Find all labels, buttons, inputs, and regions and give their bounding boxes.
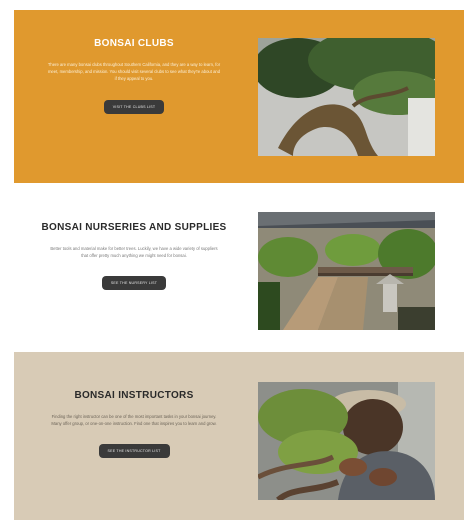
bonsai-tree-image <box>258 38 435 156</box>
section-text: BONSAI NURSERIES AND SUPPLIES Better too… <box>14 222 254 291</box>
bonsai-nursery-image <box>258 212 435 330</box>
section-title: BONSAI INSTRUCTORS <box>74 390 194 401</box>
section-text: BONSAI CLUBS There are many bonsai clubs… <box>14 38 254 114</box>
section-description: Better tools and material make for bette… <box>50 246 218 259</box>
section-description: Finding the right instructor can be one … <box>51 414 217 427</box>
section-description: There are many bonsai clubs throughout S… <box>47 62 221 82</box>
section-bonsai-clubs: BONSAI CLUBS There are many bonsai clubs… <box>14 10 464 183</box>
section-text: BONSAI INSTRUCTORS Finding the right ins… <box>14 390 254 459</box>
instructor-pruning-image <box>258 382 435 500</box>
section-title: BONSAI CLUBS <box>94 38 174 49</box>
section-bonsai-nurseries: BONSAI NURSERIES AND SUPPLIES Better too… <box>14 185 464 350</box>
clubs-list-button[interactable]: VISIT THE CLUBS LIST <box>103 99 165 114</box>
instructor-list-button[interactable]: SEE THE INSTRUCTOR LIST <box>98 444 170 459</box>
nursery-list-button[interactable]: SEE THE NURSERY LIST <box>101 276 167 291</box>
section-title: BONSAI NURSERIES AND SUPPLIES <box>41 222 227 233</box>
section-bonsai-instructors: BONSAI INSTRUCTORS Finding the right ins… <box>14 352 464 520</box>
